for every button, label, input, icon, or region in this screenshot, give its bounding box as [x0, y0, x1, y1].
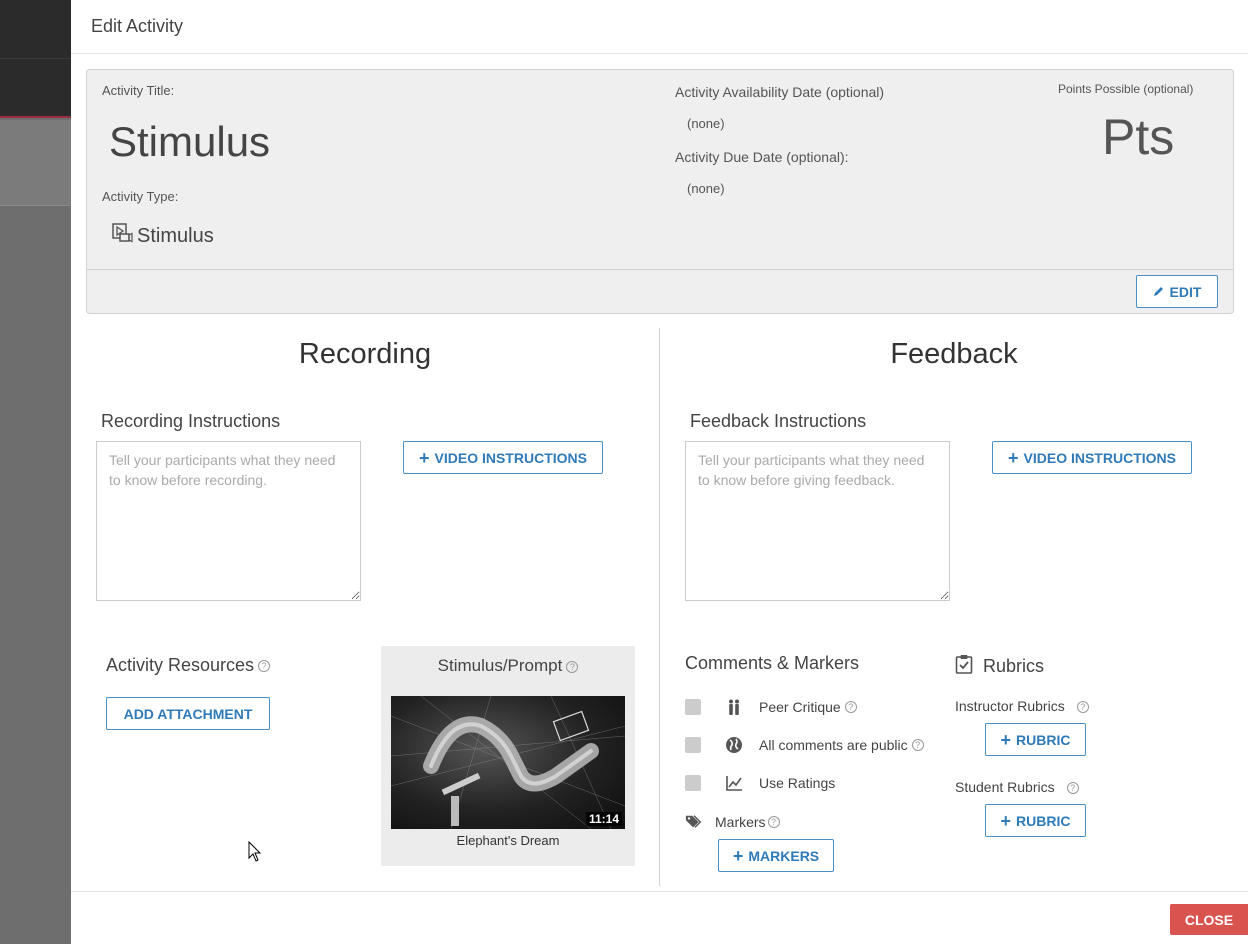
modal-title: Edit Activity: [91, 16, 184, 36]
activity-title-label: Activity Title:: [102, 83, 175, 98]
stimulus-prompt-box: Stimulus/Prompt? 11:14 Elephant's Dream: [381, 646, 635, 866]
mouse-cursor-icon: [248, 840, 262, 868]
rubrics-heading: Rubrics: [955, 654, 1044, 679]
background-app-header: [0, 0, 71, 118]
comments-markers-label: Comments & Markers: [685, 653, 860, 673]
line-chart-icon: [725, 774, 743, 792]
globe-icon: [725, 736, 743, 754]
points-label: Points Possible (optional): [1058, 82, 1194, 96]
option-public-comments: All comments are public ?: [685, 736, 924, 754]
modal-footer: CLOSE: [71, 891, 1248, 944]
markers-button[interactable]: + MARKERS: [718, 839, 834, 872]
public-comments-label: All comments are public: [759, 737, 908, 753]
recording-instructions-label: Recording Instructions: [101, 411, 281, 431]
activity-resources-label: Activity Resources?: [106, 655, 271, 676]
feedback-instructions-input[interactable]: [685, 441, 950, 601]
help-icon[interactable]: ?: [258, 660, 271, 673]
help-icon[interactable]: ?: [911, 739, 924, 751]
points-value: Pts: [1102, 109, 1175, 165]
markers-row: Markers ?: [685, 813, 780, 831]
instructor-rubric-button[interactable]: + RUBRIC: [985, 723, 1086, 756]
option-peer-critique: Peer Critique ?: [685, 698, 857, 716]
modal-header: Edit Activity: [71, 0, 1248, 54]
student-rubric-button[interactable]: + RUBRIC: [985, 804, 1086, 837]
availability-date-value: (none): [687, 116, 725, 131]
student-rubrics-label: Student Rubrics?: [955, 779, 1079, 795]
stimulus-video-thumbnail[interactable]: 11:14: [391, 696, 625, 829]
video-stimulus-icon: [111, 222, 133, 250]
due-date-value: (none): [687, 181, 725, 196]
feedback-instructions-label: Feedback Instructions: [690, 411, 867, 431]
pencil-icon: [1153, 284, 1165, 300]
help-icon[interactable]: ?: [1066, 782, 1079, 795]
peer-critique-label: Peer Critique: [759, 699, 841, 715]
close-button[interactable]: CLOSE: [1170, 904, 1248, 935]
help-icon[interactable]: ?: [566, 660, 579, 673]
activity-title-value: Stimulus: [109, 118, 271, 165]
markers-label: Markers: [715, 814, 766, 830]
add-attachment-button[interactable]: ADD ATTACHMENT: [106, 697, 270, 730]
edit-button[interactable]: EDIT: [1136, 275, 1218, 308]
plus-icon: +: [419, 447, 430, 468]
plus-icon: +: [1000, 729, 1012, 750]
public-comments-checkbox[interactable]: [685, 737, 701, 753]
background-app-subheader: [0, 120, 71, 206]
activity-type-value: Stimulus: [111, 222, 214, 250]
help-icon[interactable]: ?: [1076, 701, 1089, 714]
help-icon[interactable]: ?: [767, 816, 780, 828]
info-panel-divider: [87, 269, 1233, 270]
availability-date-label: Activity Availability Date (optional): [675, 84, 885, 100]
activity-type-text: Stimulus: [137, 224, 214, 247]
feedback-heading: Feedback: [890, 338, 1018, 370]
people-icon: [725, 698, 743, 716]
stimulus-caption: Elephant's Dream: [456, 833, 560, 848]
plus-icon: +: [1008, 447, 1019, 468]
plus-icon: +: [732, 845, 744, 866]
column-divider: [659, 328, 660, 886]
clipboard-check-icon: [955, 654, 973, 679]
tags-icon: [685, 813, 703, 831]
recording-heading: Recording: [298, 338, 432, 370]
activity-info-panel: Activity Title: Stimulus Activity Type: …: [86, 69, 1234, 314]
peer-critique-checkbox[interactable]: [685, 699, 701, 715]
plus-icon: +: [1000, 810, 1012, 831]
use-ratings-label: Use Ratings: [759, 775, 836, 791]
help-icon[interactable]: ?: [844, 701, 857, 713]
edit-activity-modal: Edit Activity Activity Title: Stimulus A…: [71, 0, 1248, 944]
due-date-label: Activity Due Date (optional):: [675, 149, 849, 165]
stimulus-prompt-label: Stimulus/Prompt?: [381, 656, 635, 676]
recording-video-instructions-button[interactable]: + VIDEO INSTRUCTIONS: [403, 441, 603, 474]
activity-type-label: Activity Type:: [102, 189, 179, 204]
recording-instructions-input[interactable]: [96, 441, 361, 601]
instructor-rubrics-label: Instructor Rubrics?: [955, 698, 1089, 714]
option-use-ratings: Use Ratings: [685, 774, 835, 792]
video-duration: 11:14: [585, 812, 622, 826]
feedback-video-instructions-button[interactable]: + VIDEO INSTRUCTIONS: [992, 441, 1192, 474]
use-ratings-checkbox[interactable]: [685, 775, 701, 791]
